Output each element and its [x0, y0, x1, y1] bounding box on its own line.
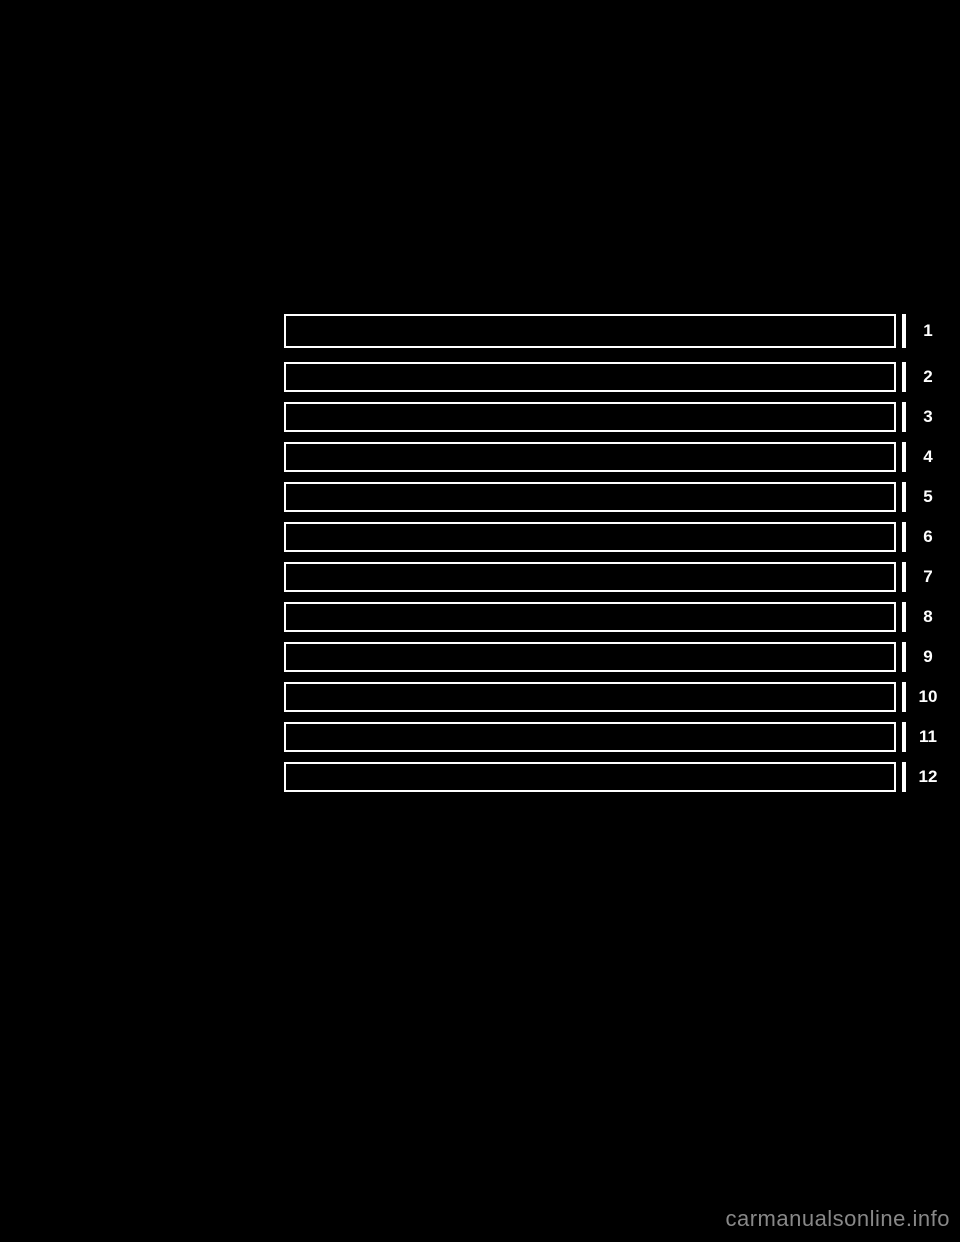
- toc-row[interactable]: 12: [284, 762, 950, 792]
- toc-row[interactable]: 9: [284, 642, 950, 672]
- toc-number: 4: [902, 442, 950, 472]
- toc-label-cell: [284, 682, 896, 712]
- toc-number: 8: [902, 602, 950, 632]
- toc-number-wrap: 1: [902, 314, 950, 348]
- toc-number-wrap: 11: [902, 722, 950, 752]
- toc-row[interactable]: 1: [284, 314, 950, 348]
- toc-label-cell: [284, 602, 896, 632]
- toc-row[interactable]: 6: [284, 522, 950, 552]
- watermark: carmanualsonline.info: [725, 1206, 950, 1232]
- toc-number-wrap: 8: [902, 602, 950, 632]
- toc-number: 11: [902, 722, 950, 752]
- toc-number: 9: [902, 642, 950, 672]
- toc-row[interactable]: 7: [284, 562, 950, 592]
- toc-label-cell: [284, 642, 896, 672]
- toc-row[interactable]: 5: [284, 482, 950, 512]
- toc-number-wrap: 6: [902, 522, 950, 552]
- toc-number-wrap: 2: [902, 362, 950, 392]
- toc-row[interactable]: 10: [284, 682, 950, 712]
- toc-label-cell: [284, 442, 896, 472]
- toc-number: 1: [902, 314, 950, 348]
- toc-number: 7: [902, 562, 950, 592]
- toc-number-wrap: 4: [902, 442, 950, 472]
- toc-number: 3: [902, 402, 950, 432]
- toc-number-wrap: 7: [902, 562, 950, 592]
- toc-label-cell: [284, 402, 896, 432]
- toc-row[interactable]: 11: [284, 722, 950, 752]
- toc-table: 1 2 3 4 5 6: [284, 314, 950, 802]
- toc-number-wrap: 10: [902, 682, 950, 712]
- toc-row[interactable]: 2: [284, 362, 950, 392]
- toc-number: 12: [902, 762, 950, 792]
- toc-number: 10: [902, 682, 950, 712]
- toc-label-cell: [284, 762, 896, 792]
- toc-label-cell: [284, 522, 896, 552]
- toc-number-wrap: 3: [902, 402, 950, 432]
- toc-row[interactable]: 3: [284, 402, 950, 432]
- toc-label-cell: [284, 562, 896, 592]
- toc-number: 2: [902, 362, 950, 392]
- toc-row[interactable]: 8: [284, 602, 950, 632]
- toc-label-cell: [284, 314, 896, 348]
- toc-number: 5: [902, 482, 950, 512]
- toc-label-cell: [284, 722, 896, 752]
- toc-number-wrap: 12: [902, 762, 950, 792]
- toc-number-wrap: 9: [902, 642, 950, 672]
- toc-row[interactable]: 4: [284, 442, 950, 472]
- toc-label-cell: [284, 362, 896, 392]
- toc-number: 6: [902, 522, 950, 552]
- toc-number-wrap: 5: [902, 482, 950, 512]
- toc-label-cell: [284, 482, 896, 512]
